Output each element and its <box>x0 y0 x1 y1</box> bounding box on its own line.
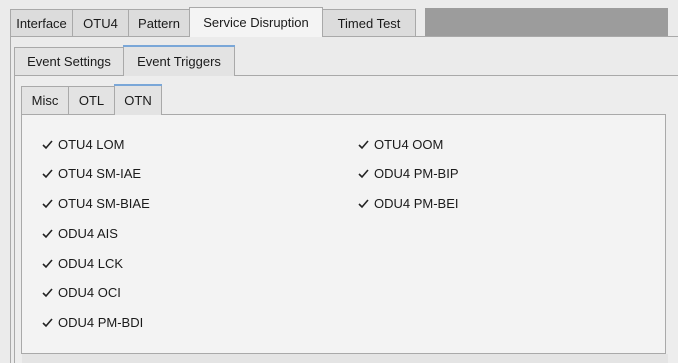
tab-interface[interactable]: Interface <box>10 9 73 36</box>
checkbox-label: ODU4 PM-BEI <box>374 196 459 211</box>
checkbox-label: ODU4 OCI <box>58 285 121 300</box>
tab-pattern[interactable]: Pattern <box>128 9 190 36</box>
tab-label: Timed Test <box>337 15 401 31</box>
check-icon <box>42 316 53 329</box>
tab-label: Event Triggers <box>137 53 221 69</box>
tab-label: Service Disruption <box>203 15 309 30</box>
tab-otn[interactable]: OTN <box>114 84 162 115</box>
checkbox-otu4-sm-iae[interactable]: OTU4 SM-IAE <box>42 166 141 181</box>
check-icon <box>42 138 53 151</box>
tab-label: OTL <box>78 93 105 108</box>
check-icon <box>42 167 53 180</box>
checkbox-odu4-pm-bip[interactable]: ODU4 PM-BIP <box>358 166 459 181</box>
main-tab-bar: Interface OTU4 Pattern Service Disruptio… <box>10 7 416 37</box>
sub-tab-bar: Event Settings Event Triggers <box>14 45 235 76</box>
checkbox-odu4-ais[interactable]: ODU4 AIS <box>42 226 118 241</box>
checkbox-label: OTU4 SM-IAE <box>58 166 142 181</box>
checkbox-otu4-lom[interactable]: OTU4 LOM <box>42 137 124 152</box>
check-icon <box>42 227 53 240</box>
checkbox-label: ODU4 PM-BDI <box>58 315 144 330</box>
check-icon <box>42 257 53 270</box>
tab-event-triggers[interactable]: Event Triggers <box>123 45 235 76</box>
checkbox-label: OTU4 LOM <box>58 137 125 152</box>
checkbox-odu4-lck[interactable]: ODU4 LCK <box>42 256 123 271</box>
tab-service-disruption[interactable]: Service Disruption <box>189 7 323 37</box>
panel-bottom-band <box>22 354 668 363</box>
checkbox-otu4-oom[interactable]: OTU4 OOM <box>358 137 443 152</box>
inner-tab-bar: Misc OTL OTN <box>21 84 162 115</box>
tab-label: Event Settings <box>27 54 111 69</box>
checkbox-odu4-pm-bei[interactable]: ODU4 PM-BEI <box>358 196 459 211</box>
check-icon <box>42 286 53 299</box>
checkbox-label: ODU4 PM-BIP <box>374 166 459 181</box>
tab-otl[interactable]: OTL <box>68 86 115 114</box>
tab-event-settings[interactable]: Event Settings <box>14 47 124 75</box>
checkbox-label: ODU4 AIS <box>58 226 118 241</box>
check-icon <box>358 138 369 151</box>
tab-label: OTU4 <box>83 15 118 31</box>
checkbox-label: OTU4 SM-BIAE <box>58 196 150 211</box>
check-icon <box>358 167 369 180</box>
tab-timed-test[interactable]: Timed Test <box>322 9 416 36</box>
tab-otu4[interactable]: OTU4 <box>72 9 129 36</box>
tab-label: Pattern <box>138 15 180 31</box>
check-icon <box>358 197 369 210</box>
tab-label: Interface <box>16 15 67 31</box>
checkbox-label: OTU4 OOM <box>374 137 444 152</box>
checkbox-odu4-pm-bdi[interactable]: ODU4 PM-BDI <box>42 315 143 330</box>
tab-label: OTN <box>124 92 152 108</box>
tab-label: Misc <box>31 93 59 108</box>
checkbox-label: ODU4 LCK <box>58 256 124 271</box>
checkbox-odu4-oci[interactable]: ODU4 OCI <box>42 285 121 300</box>
check-icon <box>42 197 53 210</box>
tab-bar-fill <box>425 8 668 36</box>
checkbox-otu4-sm-biae[interactable]: OTU4 SM-BIAE <box>42 196 150 211</box>
tab-misc[interactable]: Misc <box>21 86 69 114</box>
